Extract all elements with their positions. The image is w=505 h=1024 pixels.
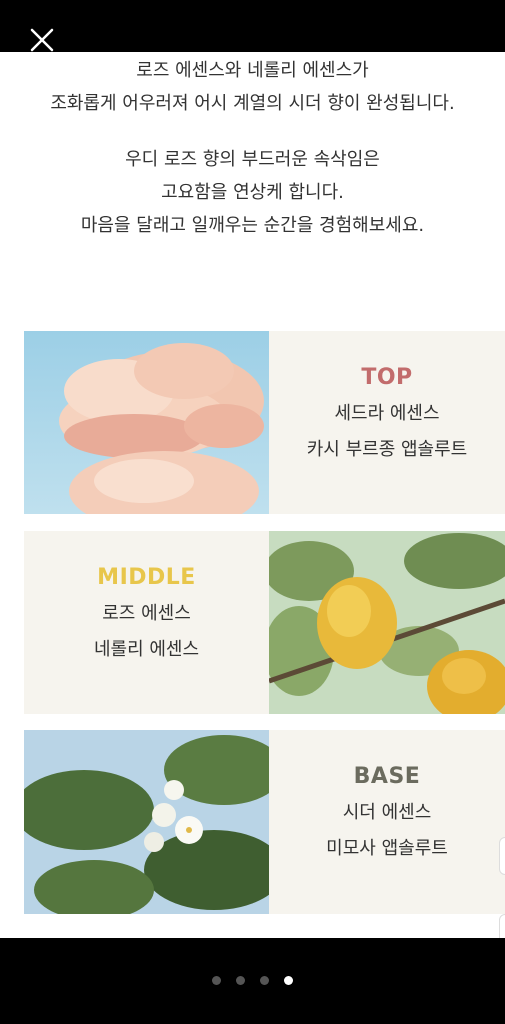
description-line: 우디 로즈 향의 부드러운 속삭임은 xyxy=(125,149,380,170)
scroll-handle[interactable] xyxy=(499,837,505,875)
note-title: TOP xyxy=(361,365,413,390)
page-dot[interactable] xyxy=(211,976,221,985)
page-dot-active[interactable] xyxy=(284,976,294,985)
lemon-tree-image xyxy=(269,531,505,714)
neroli-blossom-image xyxy=(24,730,269,914)
note-ingredient: 네롤리 에센스 xyxy=(93,639,200,660)
rose-image xyxy=(24,331,269,514)
note-card-base: BASE 시더 에센스 미모사 앱솔루트 xyxy=(269,730,505,914)
description-line: 마음을 달래고 일깨우는 순간을 경험해보세요. xyxy=(80,215,425,236)
top-bar xyxy=(0,0,505,52)
page-dot[interactable] xyxy=(260,976,270,985)
description-line: 조화롭게 어우러져 어시 계열의 시더 향이 완성됩니다. xyxy=(50,93,455,114)
scroll-handle[interactable] xyxy=(499,914,505,938)
note-ingredient: 미모사 앱솔루트 xyxy=(326,838,448,859)
description-line: 로즈 에센스와 네롤리 에센스가 xyxy=(136,60,369,81)
note-title: MIDDLE xyxy=(97,565,196,590)
product-detail-content: 로즈 에센스와 네롤리 에센스가 조화롭게 어우러져 어시 계열의 시더 향이 … xyxy=(0,52,505,938)
bottom-bar xyxy=(0,938,505,1024)
description-paragraph-2: 우디 로즈 향의 부드러운 속삭임은 고요함을 연상케 합니다. 마음을 달래고… xyxy=(0,143,505,242)
page-indicator xyxy=(0,970,505,989)
description-paragraph-1: 로즈 에센스와 네롤리 에센스가 조화롭게 어우러져 어시 계열의 시더 향이 … xyxy=(0,54,505,120)
note-ingredient: 세드라 에센스 xyxy=(334,403,440,424)
note-ingredient: 로즈 에센스 xyxy=(102,603,191,624)
page-dot[interactable] xyxy=(235,976,245,985)
note-title: BASE xyxy=(353,764,421,789)
note-ingredient: 카시 부르종 앱솔루트 xyxy=(306,439,468,460)
description-line: 고요함을 연상케 합니다. xyxy=(161,182,344,203)
note-card-top: TOP 세드라 에센스 카시 부르종 앱솔루트 xyxy=(269,331,505,514)
note-ingredient: 시더 에센스 xyxy=(342,802,432,823)
note-card-middle: MIDDLE 로즈 에센스 네롤리 에센스 xyxy=(24,531,269,714)
